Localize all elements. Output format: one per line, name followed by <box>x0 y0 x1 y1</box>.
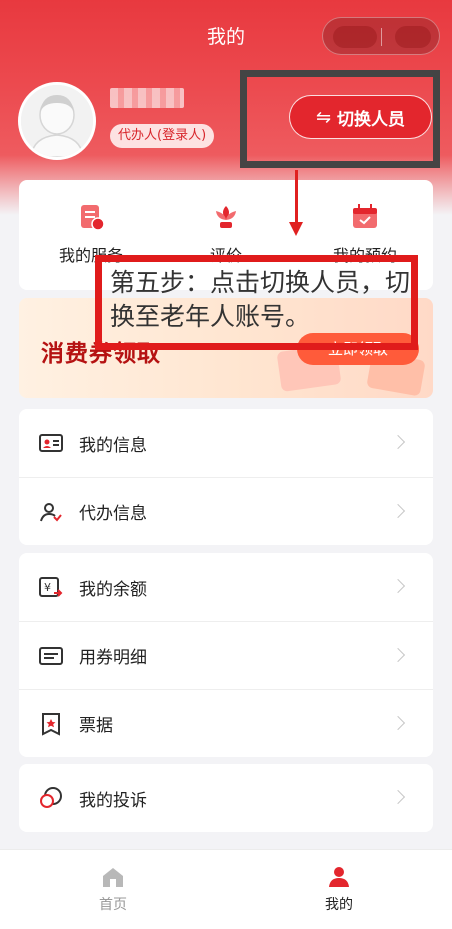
annotation-text: 第五步：点击切换人员，切换至老年人账号。 <box>110 268 411 331</box>
svg-text:¥: ¥ <box>44 581 51 594</box>
id-card-icon <box>39 431 63 455</box>
proxy-person-icon <box>39 500 63 524</box>
calendar-icon <box>350 202 380 232</box>
service-doc-icon <box>76 202 106 232</box>
person-icon <box>327 866 351 888</box>
tab-label: 我的 <box>325 897 353 913</box>
menu-item-label: 我的信息 <box>79 435 147 456</box>
more-icon[interactable] <box>333 26 377 48</box>
menu-card-complaint: 我的投诉 <box>19 764 433 832</box>
annotation-highlight-box <box>240 70 440 168</box>
tab-home[interactable]: 首页 <box>53 866 173 914</box>
user-name-blurred <box>110 88 184 108</box>
menu-item-label: 代办信息 <box>79 504 147 524</box>
complaint-chat-icon <box>39 786 63 810</box>
close-icon[interactable] <box>395 26 431 48</box>
capsule-divider <box>381 28 382 46</box>
menu-item-label: 用券明细 <box>79 648 147 668</box>
menu-item-label: 票据 <box>79 716 113 736</box>
chevron-right-icon <box>390 789 406 805</box>
menu-card-info: 我的信息 代办信息 <box>19 409 433 545</box>
navbar: 我的 <box>0 0 452 70</box>
tab-label: 首页 <box>99 897 127 913</box>
menu-item-my-info[interactable]: 我的信息 <box>19 409 433 477</box>
coupon-list-icon <box>39 644 63 668</box>
annotation-arrow-icon <box>289 222 303 236</box>
avatar-person-icon <box>21 85 93 157</box>
annotation-arrow-line <box>295 170 298 225</box>
role-badge: 代办人(登录人) <box>110 124 215 148</box>
miniprogram-capsule[interactable] <box>322 17 440 55</box>
menu-item-label: 我的余额 <box>79 579 147 600</box>
chevron-right-icon <box>390 647 406 663</box>
bottom-tabbar: 首页 我的 <box>0 849 452 929</box>
chevron-right-icon <box>390 578 406 594</box>
menu-item-coupon-detail[interactable]: 用券明细 <box>19 621 433 689</box>
menu-item-label: 我的投诉 <box>79 790 147 811</box>
menu-card-finance: ¥ 我的余额 用券明细 票据 <box>19 553 433 757</box>
balance-icon: ¥ <box>39 575 63 599</box>
chevron-right-icon <box>390 503 406 519</box>
menu-item-my-balance[interactable]: ¥ 我的余额 <box>19 553 433 621</box>
avatar[interactable] <box>18 82 96 160</box>
menu-item-receipt[interactable]: 票据 <box>19 689 433 757</box>
menu-item-proxy-info[interactable]: 代办信息 <box>19 477 433 545</box>
tab-mine[interactable]: 我的 <box>279 866 399 914</box>
chevron-right-icon <box>390 434 406 450</box>
menu-item-my-complaint[interactable]: 我的投诉 <box>19 764 433 832</box>
home-icon <box>101 866 125 888</box>
receipt-icon <box>39 712 63 736</box>
flower-icon <box>211 202 241 232</box>
chevron-right-icon <box>390 715 406 731</box>
